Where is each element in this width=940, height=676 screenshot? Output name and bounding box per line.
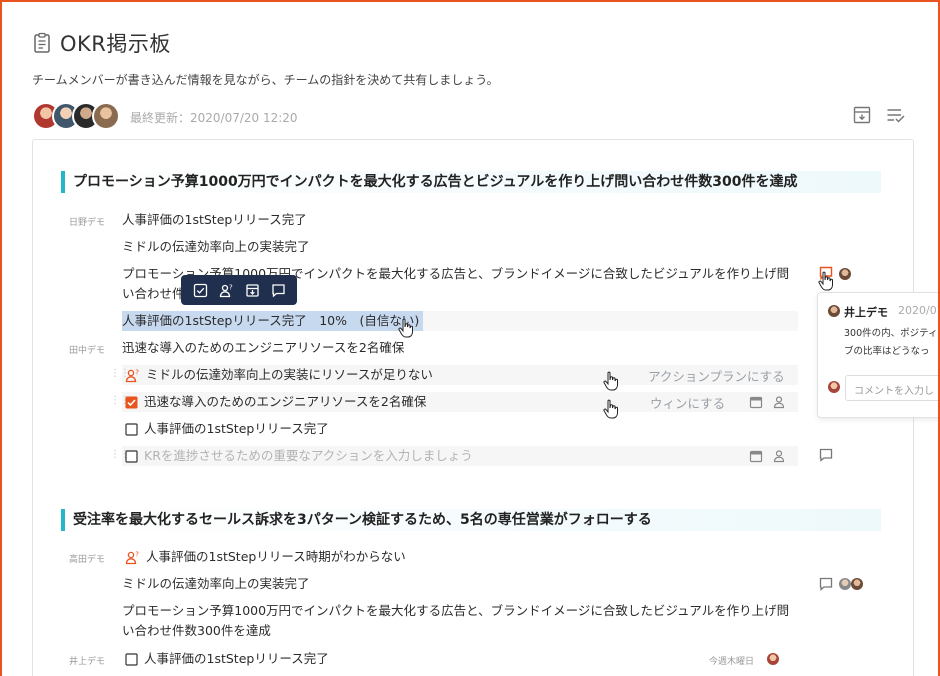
key-result[interactable]: ミドルの伝達効率向上の実装完了 <box>122 574 310 594</box>
objective-title[interactable]: 受注率を最大化するセールス訴求を3パターン検証するため、5名の専任営業がフォロー… <box>61 509 881 531</box>
key-result-text: 人事評価の1stStepリリース完了 <box>144 651 329 666</box>
assignee-icon[interactable] <box>772 449 786 463</box>
hand-cursor-icon <box>818 271 833 291</box>
hand-cursor-icon <box>603 371 618 391</box>
kr-owner: 高田デモ <box>69 555 106 565</box>
top-toolbar <box>852 105 906 125</box>
kr-owner: 日野デモ <box>69 218 106 228</box>
key-result[interactable]: 人事評価の1stStepリリース完了 <box>122 210 307 230</box>
kr-action-toolbar: ? <box>181 275 297 305</box>
checklist-icon[interactable] <box>886 105 906 125</box>
commenter-avatar[interactable] <box>839 578 851 590</box>
comment-line: ブの比率はどうなっ <box>844 346 930 357</box>
action-plan-item[interactable]: 迅速な導入のためのエンジニアリソースを2名確保 <box>125 392 426 412</box>
avatar[interactable] <box>92 102 120 130</box>
archive-action-icon[interactable] <box>245 283 260 298</box>
key-result[interactable]: ミドルの伝達効率向上の実装完了 <box>122 237 310 257</box>
action-plan-text: 迅速な導入のためのエンジニアリソースを2名確保 <box>144 394 427 409</box>
comment-input[interactable]: コメントを入力し <box>845 375 938 401</box>
action-plan-item[interactable]: ? ミドルの伝達効率向上の実装にリソースが足りない <box>125 365 433 385</box>
key-result[interactable]: 迅速な導入のためのエンジニアリソースを2名確保 <box>122 338 404 358</box>
action-plan-text: 人事評価の1stStepリリース完了 <box>144 421 329 436</box>
make-win-link[interactable]: ウィンにする <box>650 393 725 412</box>
user-question-icon: ? <box>125 369 139 383</box>
new-action-plan-input[interactable]: KRを進捗させるための重要なアクションを入力しましょう <box>125 446 473 466</box>
comment-icon[interactable] <box>819 577 833 591</box>
user-question-action-icon[interactable]: ? <box>219 283 234 298</box>
comment-author-avatar <box>828 305 840 317</box>
comment-author: 井上デモ <box>844 306 888 319</box>
checkbox-icon[interactable] <box>125 423 138 436</box>
comment-popup: 井上デモ 2020/07 300件の内、ポジティ ブの比率はどうなっ コメントを… <box>817 292 940 418</box>
make-action-plan-link[interactable]: アクションプランにする <box>648 366 785 385</box>
svg-text:?: ? <box>229 283 233 291</box>
svg-text:?: ? <box>135 369 139 377</box>
key-result[interactable]: ? 人事評価の1stStepリリース時期がわからない <box>125 547 406 567</box>
member-avatars[interactable] <box>32 102 120 130</box>
key-result[interactable]: プロモーション予算1000万円でインパクトを最大化する広告と、ブランドイメージに… <box>122 601 792 621</box>
page-subtitle: チームメンバーが書き込んだ情報を見ながら、チームの指針を決めて共有しましょう。 <box>32 73 499 87</box>
commenter-avatar[interactable] <box>851 578 863 590</box>
comment-icon[interactable] <box>819 448 833 462</box>
commenter-avatar[interactable] <box>839 268 851 280</box>
checkbox-icon[interactable] <box>125 450 138 463</box>
comment-text: 300件の内、ポジティ ブの比率はどうなっ <box>844 325 938 361</box>
hand-cursor-icon <box>398 318 413 338</box>
checkbox-action-icon[interactable] <box>193 283 208 298</box>
calendar-icon[interactable] <box>749 395 763 409</box>
key-result-text: 人事評価の1stStepリリース時期がわからない <box>146 549 406 564</box>
okr-board: プロモーション予算1000万円でインパクトを最大化する広告とビジュアルを作り上げ… <box>32 139 914 676</box>
comment-date: 2020/07 <box>898 304 940 317</box>
action-plan-placeholder: KRを進捗させるための重要なアクションを入力しましょう <box>144 448 473 463</box>
assignee-avatar[interactable] <box>767 653 779 665</box>
current-user-avatar <box>828 381 840 393</box>
kr-owner: 井上デモ <box>69 657 106 667</box>
hand-cursor-icon <box>603 399 618 419</box>
screenshot-frame: OKR掲示板 チームメンバーが書き込んだ情報を見ながら、チームの指針を決めて共有… <box>0 0 940 676</box>
key-result[interactable]: 人事評価の1stStepリリース完了 <box>125 649 329 669</box>
comment-action-icon[interactable] <box>271 283 286 298</box>
calendar-icon[interactable] <box>749 449 763 463</box>
user-question-icon: ? <box>125 551 139 565</box>
checkbox-icon[interactable] <box>125 653 138 666</box>
assignee-icon[interactable] <box>772 395 786 409</box>
action-plan-item[interactable]: 人事評価の1stStepリリース完了 <box>125 419 329 439</box>
objective-title[interactable]: プロモーション予算1000万円でインパクトを最大化する広告とビジュアルを作り上げ… <box>61 171 881 193</box>
key-result-selected[interactable]: 人事評価の1stStepリリース完了 10% (自信ない) <box>122 311 424 331</box>
page-title: OKR掲示板 <box>60 32 171 56</box>
archive-icon[interactable] <box>852 105 872 125</box>
checked-checkbox-icon[interactable] <box>125 396 138 409</box>
clipboard-icon <box>34 32 50 53</box>
due-date[interactable]: 今週木曜日 <box>709 654 754 667</box>
last-updated: 最終更新：2020/07/20 12:20 <box>130 111 298 125</box>
key-result-continued[interactable]: い合わせ件数300件を達成 <box>122 621 271 641</box>
svg-text:?: ? <box>135 551 139 559</box>
comment-line: 300件の内、ポジティ <box>844 328 938 339</box>
action-plan-text: ミドルの伝達効率向上の実装にリソースが足りない <box>146 367 433 382</box>
kr-owner: 田中デモ <box>69 346 106 356</box>
page-header: OKR掲示板 <box>32 28 171 58</box>
